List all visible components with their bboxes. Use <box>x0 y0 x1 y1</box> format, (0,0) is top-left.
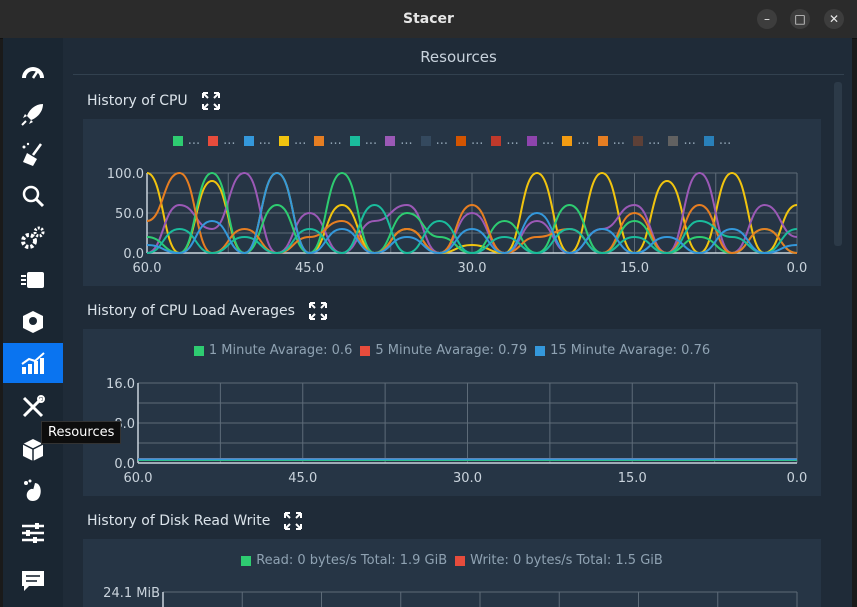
title-bar: Stacer – □ ✕ <box>0 0 857 39</box>
x-tick-label: 60.0 <box>124 471 153 486</box>
cpu-section-title: History of CPU <box>87 93 188 109</box>
x-tick-label: 15.0 <box>618 471 647 486</box>
sidebar-item-feedback[interactable] <box>3 561 63 601</box>
sidebar <box>3 38 63 607</box>
x-tick-label: 0.0 <box>787 471 808 486</box>
x-tick-label: 30.0 <box>453 471 482 486</box>
processes-icon <box>21 272 44 288</box>
x-tick-label: 45.0 <box>288 471 317 486</box>
expand-icon[interactable] <box>308 302 327 320</box>
tools-icon <box>22 395 45 418</box>
resources-icon <box>21 352 45 374</box>
x-tick-label: 30.0 <box>458 261 487 276</box>
feedback-icon <box>22 571 44 591</box>
y-tick-label: 0.0 <box>123 247 144 262</box>
sidebar-item-search[interactable] <box>3 176 63 216</box>
close-button[interactable]: ✕ <box>824 9 844 29</box>
window-title: Stacer <box>403 11 454 27</box>
sidebar-item-uninstaller[interactable] <box>3 302 63 342</box>
app-window: Resources Resources History of CPU .....… <box>3 38 852 607</box>
load-chart-plot: 60.0 45.0 30.0 15.0 0.00.08.016.0 <box>106 377 808 486</box>
cpu-chart: ........................................… <box>83 119 821 286</box>
vertical-scrollbar[interactable] <box>834 82 842 246</box>
broom-icon <box>22 142 43 166</box>
sidebar-item-gnome-settings[interactable] <box>3 471 63 511</box>
load-chart: 1 Minute Avarage: 0.6 5 Minute Avarage: 0… <box>83 329 821 496</box>
sidebar-item-services[interactable] <box>3 218 63 258</box>
y-tick-label: 0.0 <box>114 457 135 472</box>
maximize-button[interactable]: □ <box>790 9 810 29</box>
load-section-title: History of CPU Load Averages <box>87 303 295 319</box>
page-title: Resources <box>73 46 844 75</box>
gnome-icon <box>24 479 41 501</box>
disk-section-title: History of Disk Read Write <box>87 513 271 529</box>
load-section-header: History of CPU Load Averages <box>87 302 327 320</box>
y-tick-label: 50.0 <box>115 207 144 222</box>
dashboard-icon <box>22 67 44 79</box>
x-tick-label: 15.0 <box>620 261 649 276</box>
gears-icon <box>21 226 45 249</box>
sidebar-item-dashboard[interactable] <box>3 52 63 92</box>
cpu-chart-plot: 60.0 45.0 30.0 15.0 0.0 0.0 50.0 100.0 <box>107 167 808 276</box>
rocket-icon <box>21 104 43 126</box>
minimize-button[interactable]: – <box>757 9 777 29</box>
uninstaller-icon <box>23 311 43 333</box>
x-tick-label: 45.0 <box>295 261 324 276</box>
disk-section-header: History of Disk Read Write <box>87 512 303 530</box>
disk-chart-plot: 24.1 MiB <box>103 586 798 607</box>
sidebar-item-processes[interactable] <box>3 260 63 300</box>
search-icon <box>22 185 45 208</box>
y-tick-label: 24.1 MiB <box>103 586 160 601</box>
settings-sliders-icon <box>22 523 44 543</box>
cpu-section-header: History of CPU <box>87 92 220 110</box>
y-tick-label: 16.0 <box>106 377 135 392</box>
sidebar-tooltip: Resources <box>41 421 122 444</box>
sidebar-item-startup[interactable] <box>3 94 63 134</box>
sidebar-item-resources[interactable] <box>3 343 63 383</box>
y-tick-label: 100.0 <box>107 167 144 182</box>
x-tick-label: 0.0 <box>787 261 808 276</box>
sidebar-item-cleaner[interactable] <box>3 135 63 175</box>
sidebar-item-settings[interactable] <box>3 513 63 553</box>
resources-page: Resources History of CPU ...............… <box>63 38 852 607</box>
expand-icon[interactable] <box>201 92 220 110</box>
x-tick-label: 60.0 <box>133 261 162 276</box>
expand-icon[interactable] <box>284 512 303 530</box>
disk-chart: Read: 0 bytes/s Total: 1.9 GiB Write: 0 b… <box>83 539 821 607</box>
